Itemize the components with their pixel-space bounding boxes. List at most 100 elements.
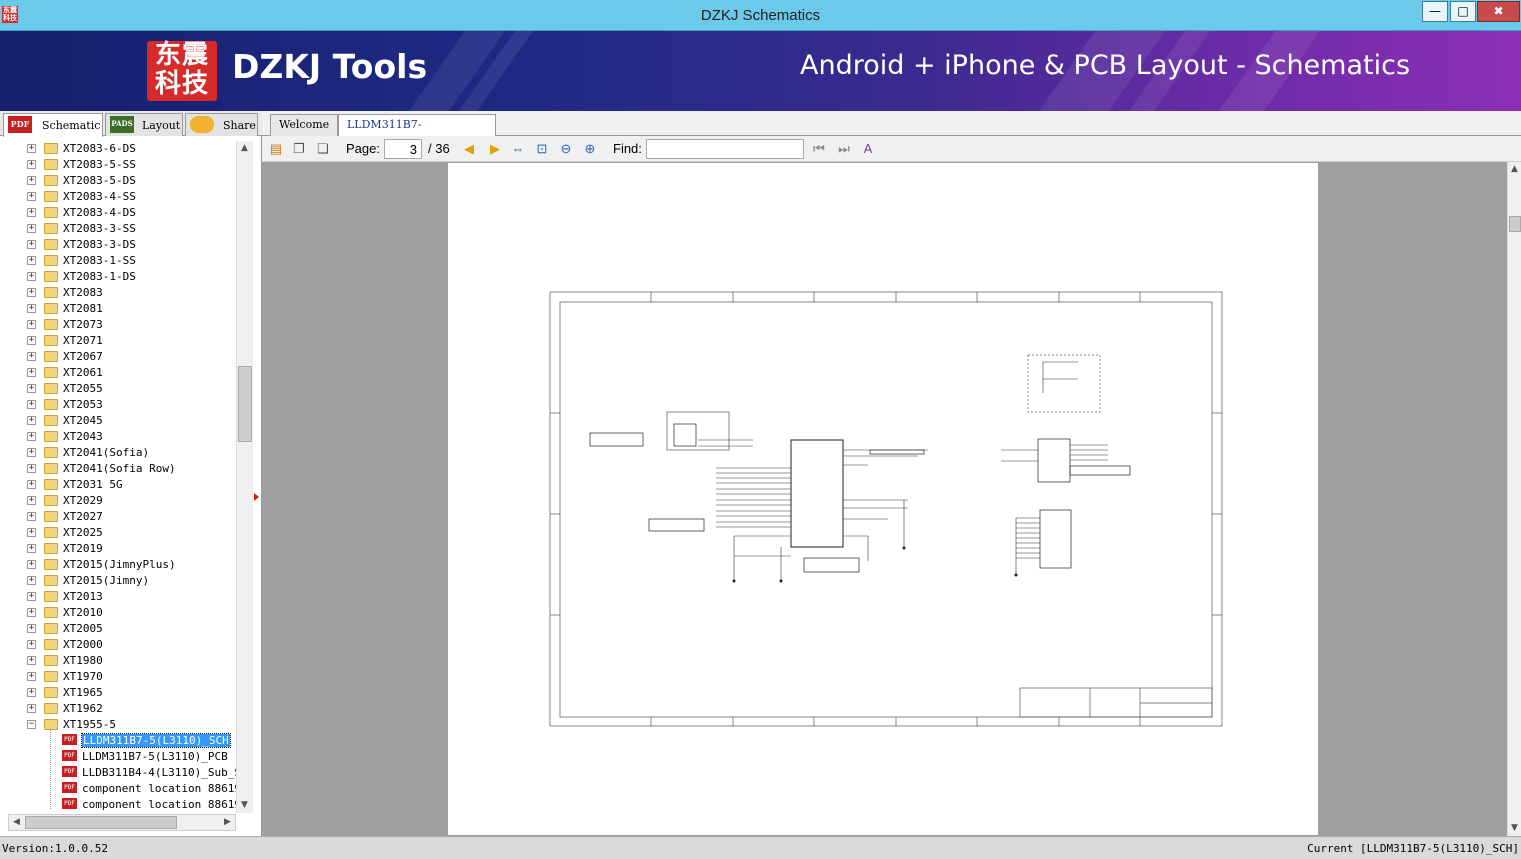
last-page-icon[interactable]: ⏭ <box>835 140 853 158</box>
expand-icon[interactable]: + <box>27 144 36 153</box>
tree-folder[interactable]: + XT2013 <box>0 589 236 605</box>
expand-icon[interactable]: + <box>27 480 36 489</box>
pages-icon[interactable]: ❏ <box>314 140 332 158</box>
expand-icon[interactable]: + <box>27 352 36 361</box>
prev-page-icon[interactable]: ◀ <box>460 140 478 158</box>
expand-icon[interactable]: + <box>27 400 36 409</box>
viewer-scroll-down-icon[interactable]: ▼ <box>1508 821 1521 836</box>
tree-file[interactable]: PDF component location 88619_1 <box>0 797 236 813</box>
fit-page-icon[interactable]: ⊡ <box>533 140 551 158</box>
expand-icon[interactable]: + <box>27 704 36 713</box>
expand-icon[interactable]: + <box>27 256 36 265</box>
tree-folder[interactable]: + XT2081 <box>0 301 236 317</box>
next-page-icon[interactable]: ▶ <box>486 140 504 158</box>
tree-folder[interactable]: + XT2071 <box>0 333 236 349</box>
expand-icon[interactable]: + <box>27 656 36 665</box>
tree-folder[interactable]: + XT2029 <box>0 493 236 509</box>
expand-icon[interactable]: + <box>27 672 36 681</box>
tree-file[interactable]: PDF LLDB311B4-4(L3110)_Sub_SCH <box>0 765 236 781</box>
scroll-up-icon[interactable]: ▲ <box>237 141 252 156</box>
expand-icon[interactable]: + <box>27 528 36 537</box>
first-page-icon[interactable]: ⏮ <box>810 140 828 158</box>
tree-folder[interactable]: + XT2055 <box>0 381 236 397</box>
expand-icon[interactable]: + <box>27 176 36 185</box>
splitter-toggle-icon[interactable] <box>254 493 259 501</box>
viewer-vertical-scrollbar[interactable]: ▲ ▼ <box>1507 162 1521 836</box>
expand-icon[interactable]: + <box>27 368 36 377</box>
close-button[interactable]: ✖ <box>1477 1 1520 22</box>
tree-horizontal-scrollbar[interactable]: ◀ ▶ <box>8 814 236 831</box>
tree-folder[interactable]: + XT2083-5-SS <box>0 157 236 173</box>
tree-file[interactable]: PDF LLDM311B7-5(L3110)_PCB <box>0 749 236 765</box>
expand-icon[interactable]: + <box>27 240 36 249</box>
scroll-thumb[interactable] <box>238 366 252 442</box>
tree-folder[interactable]: + XT2083-3-DS <box>0 237 236 253</box>
tree-folder[interactable]: + XT2067 <box>0 349 236 365</box>
scroll-right-icon[interactable]: ▶ <box>220 815 235 830</box>
expand-icon[interactable]: + <box>27 592 36 601</box>
tree-folder[interactable]: + XT2000 <box>0 637 236 653</box>
tree-vertical-scrollbar[interactable]: ▲ ▼ <box>236 141 253 813</box>
document-viewer[interactable] <box>262 162 1507 836</box>
scroll-down-icon[interactable]: ▼ <box>237 798 252 813</box>
tree-folder[interactable]: + XT2073 <box>0 317 236 333</box>
expand-icon[interactable]: + <box>27 576 36 585</box>
expand-icon[interactable]: + <box>27 496 36 505</box>
tree-folder[interactable]: + XT2015(JimnyPlus) <box>0 557 236 573</box>
expand-icon[interactable]: + <box>27 688 36 697</box>
scroll-left-icon[interactable]: ◀ <box>9 815 24 830</box>
tree-folder[interactable]: + XT2010 <box>0 605 236 621</box>
find-option-icon[interactable]: A <box>859 140 877 158</box>
tree-folder[interactable]: − XT1955-5 <box>0 717 236 733</box>
expand-icon[interactable]: + <box>27 288 36 297</box>
tree-folder[interactable]: + XT2041(Sofia) <box>0 445 236 461</box>
expand-icon[interactable]: + <box>27 432 36 441</box>
tree-folder[interactable]: + XT2053 <box>0 397 236 413</box>
expand-icon[interactable]: + <box>27 224 36 233</box>
viewer-scroll-up-icon[interactable]: ▲ <box>1508 162 1521 177</box>
restore-button[interactable]: □ <box>1450 1 1476 22</box>
expand-icon[interactable]: + <box>27 192 36 201</box>
expand-icon[interactable]: + <box>27 208 36 217</box>
tree-folder[interactable]: + XT1965 <box>0 685 236 701</box>
tree-folder[interactable]: + XT1980 <box>0 653 236 669</box>
expand-icon[interactable]: + <box>27 560 36 569</box>
tree-folder[interactable]: + XT2083-6-DS <box>0 141 236 157</box>
tree-folder[interactable]: + XT2083-1-DS <box>0 269 236 285</box>
expand-icon[interactable]: + <box>27 608 36 617</box>
collapse-icon[interactable]: − <box>27 720 36 729</box>
zoom-out-icon[interactable]: ⊖ <box>557 140 575 158</box>
tree-folder[interactable]: + XT2025 <box>0 525 236 541</box>
expand-icon[interactable]: + <box>27 416 36 425</box>
tab-welcome[interactable]: Welcome <box>270 114 338 136</box>
expand-icon[interactable]: + <box>27 384 36 393</box>
expand-icon[interactable]: + <box>27 272 36 281</box>
expand-icon[interactable]: + <box>27 304 36 313</box>
tab-document[interactable]: LLDM311B7-5(L3110)_SCH✕ <box>338 114 496 151</box>
minimize-button[interactable]: — <box>1422 1 1448 22</box>
tree-folder[interactable]: + XT2031 5G <box>0 477 236 493</box>
tab-schematic[interactable]: PDF Schematic <box>3 113 103 137</box>
tree-folder[interactable]: + XT2045 <box>0 413 236 429</box>
expand-icon[interactable]: + <box>27 448 36 457</box>
tree-folder[interactable]: + XT2083-3-SS <box>0 221 236 237</box>
open-icon[interactable]: ▤ <box>267 140 285 158</box>
find-input[interactable] <box>646 139 804 159</box>
tree-folder[interactable]: + XT2083-1-SS <box>0 253 236 269</box>
tree-folder[interactable]: + XT1962 <box>0 701 236 717</box>
page-number-input[interactable] <box>384 139 422 159</box>
tab-share[interactable]: Share <box>185 113 258 136</box>
fit-width-icon[interactable]: ⇔ <box>509 140 527 158</box>
tree-folder[interactable]: + XT2005 <box>0 621 236 637</box>
expand-icon[interactable]: + <box>27 320 36 329</box>
tree-file[interactable]: PDF LLDM311B7-5(L3110)_SCH <box>0 733 236 749</box>
tree-file[interactable]: PDF component location 88619_1 <box>0 781 236 797</box>
tree-folder[interactable]: + XT2015(Jimny) <box>0 573 236 589</box>
tree-folder[interactable]: + XT2041(Sofia Row) <box>0 461 236 477</box>
tree-folder[interactable]: + XT2019 <box>0 541 236 557</box>
expand-icon[interactable]: + <box>27 336 36 345</box>
tree-folder[interactable]: + XT2043 <box>0 429 236 445</box>
copy-icon[interactable]: ❐ <box>290 140 308 158</box>
expand-icon[interactable]: + <box>27 544 36 553</box>
tree-folder[interactable]: + XT2027 <box>0 509 236 525</box>
